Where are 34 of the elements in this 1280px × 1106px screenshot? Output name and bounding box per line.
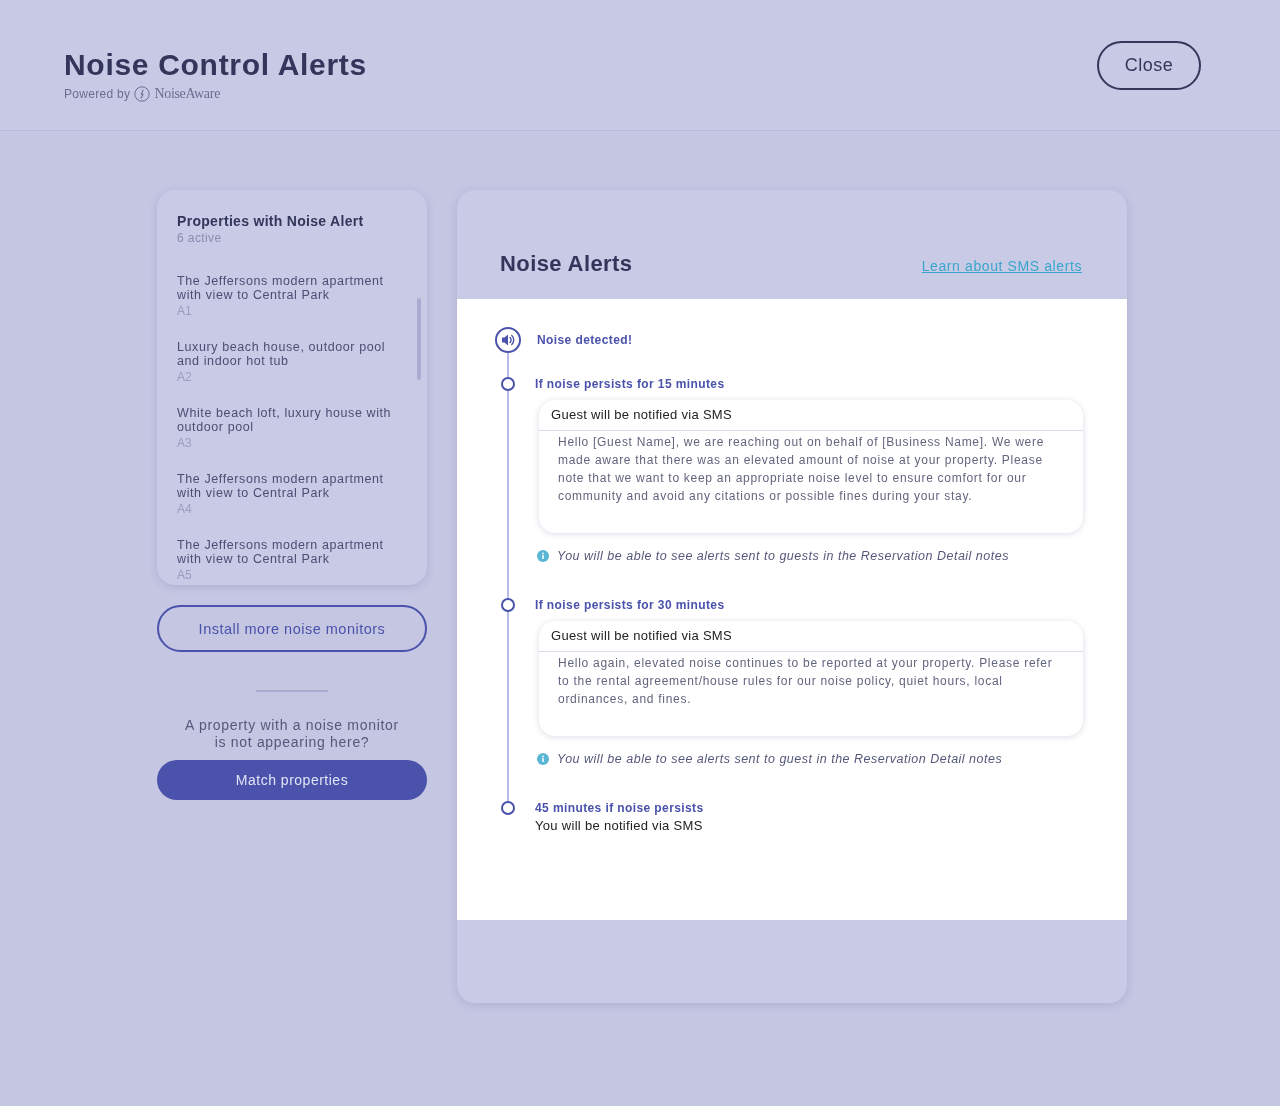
- sms-message: Hello [Guest Name], we are reaching out on behalf of [Business Name]. We were made aware that there was an elevated amount of noise at your property. Please note that we want to keep an appropriate noise level to ensure comfort for our community and avoid any citations or possible fines during your stay.: [557, 434, 1046, 505]
- step-label: Noise detected!: [537, 332, 634, 349]
- step-detail: You will be notified via SMS: [535, 818, 704, 834]
- sms-card-title: Guest will be notified via SMS: [539, 400, 1083, 431]
- close-button[interactable]: Close: [1097, 41, 1201, 90]
- timeline-node: [501, 598, 515, 612]
- panel-title: Properties with Noise Alert: [177, 213, 365, 230]
- step-label: If noise persists for 30 minutes: [535, 598, 726, 612]
- sms-message: Hello again, elevated noise continues to be reported at your property. Please refer to the rental agreement/house rules for our noise policy, quiet hours, local ordinances, and fines.: [557, 655, 1054, 708]
- circle-logo-icon: [134, 86, 151, 102]
- property-name[interactable]: White beach loft, luxury house with outdoor pool: [177, 406, 397, 434]
- info-note: You will be able to see alerts sent to guest in the Reservation Detail notes: [557, 751, 1003, 767]
- alerts-title: Noise Alerts: [500, 251, 633, 277]
- property-name[interactable]: The Jeffersons modern apartment with view to Central Park: [177, 472, 397, 500]
- property-name[interactable]: The Jeffersons modern apartment with view to Central Park: [177, 274, 397, 302]
- timeline-node: [501, 377, 515, 391]
- property-name[interactable]: Luxury beach house, outdoor pool and indoor hot tub: [177, 340, 397, 368]
- active-count: 6 active: [177, 230, 223, 246]
- install-monitors-button[interactable]: Install more noise monitors: [157, 605, 427, 652]
- powered-by-text: Powered by: [64, 86, 131, 102]
- info-note: You will be able to see alerts sent to guests in the Reservation Detail notes: [557, 548, 1009, 564]
- step-label: 45 minutes if noise persists: [535, 801, 705, 815]
- speaker-icon: [495, 327, 521, 353]
- missing-property-text: A property with a noise monitor is not appearing here?: [184, 717, 400, 751]
- property-name[interactable]: The Jeffersons modern apartment with view to Central Park: [177, 538, 397, 566]
- info-icon: [537, 753, 549, 765]
- sms-card-title: Guest will be notified via SMS: [539, 621, 1083, 652]
- brand-name: NoiseAware: [154, 86, 221, 102]
- info-icon: [537, 550, 549, 562]
- step-label: If noise persists for 15 minutes: [535, 377, 726, 391]
- timeline-connector: [507, 353, 509, 377]
- match-properties-button[interactable]: Match properties: [157, 760, 427, 800]
- timeline-node: [501, 801, 515, 815]
- page-title: Noise Control Alerts: [64, 48, 367, 82]
